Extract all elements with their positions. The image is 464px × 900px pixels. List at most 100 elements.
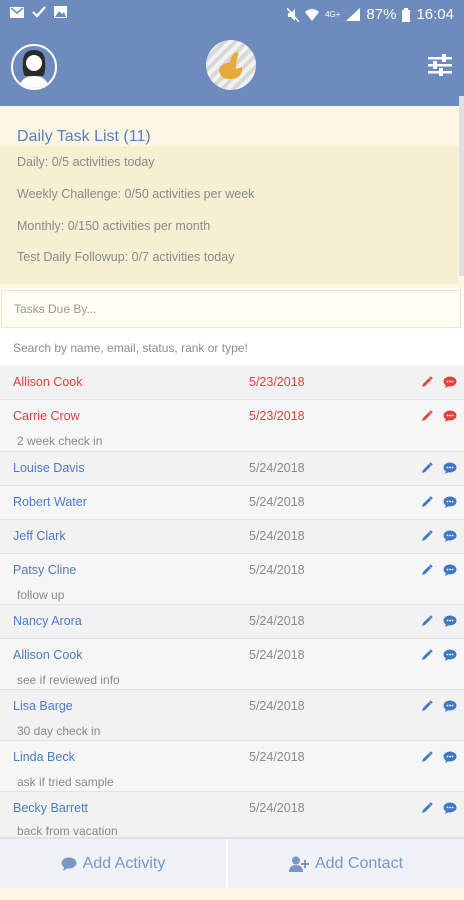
daily-task-panel: Daily Task List (11) Daily: 0/5 activiti…	[0, 106, 464, 288]
mute-icon	[287, 7, 300, 22]
task-note: see if reviewed info	[17, 673, 120, 687]
search-placeholder: Search by name, email, status, rank or t…	[13, 341, 248, 355]
task-date: 5/24/2018	[249, 648, 305, 662]
task-row[interactable]: Jeff Clark 5/24/2018	[0, 520, 464, 554]
network-label: 4G+	[325, 10, 341, 19]
pencil-icon[interactable]	[421, 462, 433, 474]
pencil-icon[interactable]	[421, 802, 433, 814]
task-name[interactable]: Louise Davis	[13, 461, 85, 475]
pencil-icon[interactable]	[421, 615, 433, 627]
comment-icon[interactable]	[443, 649, 457, 661]
task-row[interactable]: Robert Water 5/24/2018	[0, 486, 464, 520]
signal-icon	[346, 8, 361, 21]
pencil-icon[interactable]	[421, 564, 433, 576]
task-name[interactable]: Allison Cook	[13, 648, 82, 662]
tasks-due-by-placeholder: Tasks Due By...	[14, 302, 97, 316]
task-row[interactable]: Allison Cook 5/23/2018	[0, 366, 464, 400]
task-name[interactable]: Patsy Cline	[13, 563, 76, 577]
add-activity-button[interactable]: Add Activity	[0, 839, 228, 889]
task-note: ask if tried sample	[17, 775, 114, 789]
battery-percent: 87%	[366, 6, 397, 23]
comment-icon[interactable]	[443, 700, 457, 712]
comment-icon[interactable]	[443, 802, 457, 814]
task-row[interactable]: Becky Barrett 5/24/2018 back from vacati…	[0, 792, 464, 838]
tasks-due-by-field[interactable]: Tasks Due By...	[1, 290, 461, 328]
panel-scrollbar[interactable]	[459, 96, 464, 276]
task-name[interactable]: Robert Water	[13, 495, 87, 509]
person-icon	[19, 50, 49, 88]
task-date: 5/24/2018	[249, 495, 305, 509]
status-bar: 4G+ 87% 16:04	[0, 0, 464, 30]
battery-icon	[402, 7, 411, 22]
task-note: back from vacation	[17, 824, 118, 838]
system-icons: 4G+ 87% 16:04	[287, 6, 454, 23]
goal-daily: Daily: 0/5 activities today	[17, 155, 155, 169]
comment-icon[interactable]	[443, 751, 457, 763]
task-name[interactable]: Linda Beck	[13, 750, 75, 764]
pencil-icon[interactable]	[421, 751, 433, 763]
task-date: 5/24/2018	[249, 461, 305, 475]
logo-mark-icon	[219, 52, 243, 80]
task-date: 5/24/2018	[249, 529, 305, 543]
pencil-icon[interactable]	[421, 410, 433, 422]
clock: 16:04	[416, 6, 454, 23]
add-activity-label: Add Activity	[82, 855, 166, 872]
task-date: 5/23/2018	[249, 409, 305, 423]
comment-icon[interactable]	[443, 410, 457, 422]
add-contact-button[interactable]: Add Contact	[228, 839, 464, 889]
task-name[interactable]: Lisa Barge	[13, 699, 73, 713]
task-row[interactable]: Allison Cook 5/24/2018 see if reviewed i…	[0, 639, 464, 690]
comment-icon[interactable]	[443, 615, 457, 627]
bottom-action-bar: Add Activity Add Contact	[0, 838, 464, 889]
add-contact-label: Add Contact	[314, 855, 404, 872]
task-date: 5/23/2018	[249, 375, 305, 389]
task-date: 5/24/2018	[249, 750, 305, 764]
goal-followup: Test Daily Followup: 0/7 activities toda…	[17, 250, 235, 264]
comment-icon[interactable]	[443, 530, 457, 542]
task-name[interactable]: Allison Cook	[13, 375, 82, 389]
check-icon	[32, 6, 46, 18]
image-icon	[54, 6, 67, 18]
app-bar	[0, 30, 464, 106]
task-row[interactable]: Carrie Crow 5/23/2018 2 week check in	[0, 400, 464, 452]
task-name[interactable]: Nancy Arora	[13, 614, 82, 628]
task-date: 5/24/2018	[249, 563, 305, 577]
task-row[interactable]: Linda Beck 5/24/2018 ask if tried sample	[0, 741, 464, 792]
goal-weekly: Weekly Challenge: 0/50 activities per we…	[17, 187, 255, 201]
goal-monthly: Monthly: 0/150 activities per month	[17, 219, 211, 233]
search-input[interactable]: Search by name, email, status, rank or t…	[0, 330, 464, 366]
task-name[interactable]: Jeff Clark	[13, 529, 66, 543]
task-row[interactable]: Lisa Barge 5/24/2018 30 day check in	[0, 690, 464, 741]
task-row[interactable]: Nancy Arora 5/24/2018	[0, 605, 464, 639]
app-logo-icon	[206, 40, 256, 90]
notification-icons	[10, 6, 67, 18]
user-avatar-icon[interactable]	[11, 44, 57, 90]
comment-icon[interactable]	[443, 496, 457, 508]
task-date: 5/24/2018	[249, 801, 305, 815]
user-plus-icon	[288, 856, 309, 872]
task-date: 5/24/2018	[249, 614, 305, 628]
task-list-title: Daily Task List (11)	[17, 128, 151, 145]
mail-icon	[10, 6, 24, 18]
pencil-icon[interactable]	[421, 530, 433, 542]
task-note: follow up	[17, 588, 65, 602]
pencil-icon[interactable]	[421, 496, 433, 508]
task-date: 5/24/2018	[249, 699, 305, 713]
pencil-icon[interactable]	[421, 376, 433, 388]
comment-icon[interactable]	[443, 462, 457, 474]
task-row[interactable]: Louise Davis 5/24/2018	[0, 452, 464, 486]
comment-icon	[61, 857, 77, 871]
task-note: 30 day check in	[17, 724, 101, 738]
comment-icon[interactable]	[443, 564, 457, 576]
comment-icon[interactable]	[443, 376, 457, 388]
task-row[interactable]: Patsy Cline 5/24/2018 follow up	[0, 554, 464, 605]
sliders-icon	[428, 54, 452, 76]
filter-settings-button[interactable]	[428, 54, 452, 76]
pencil-icon[interactable]	[421, 700, 433, 712]
pencil-icon[interactable]	[421, 649, 433, 661]
task-name[interactable]: Carrie Crow	[13, 409, 80, 423]
footer-strip	[0, 888, 464, 900]
wifi-icon	[305, 8, 320, 21]
task-name[interactable]: Becky Barrett	[13, 801, 88, 815]
task-note: 2 week check in	[17, 434, 103, 448]
